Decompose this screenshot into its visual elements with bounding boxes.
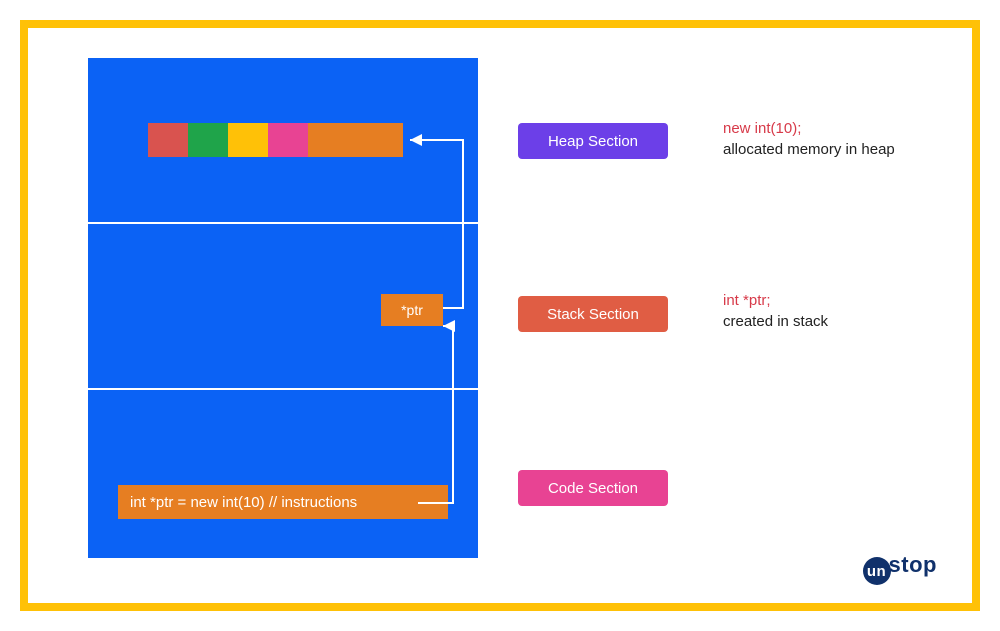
heap-block-green [188,123,228,157]
heap-annotation: new int(10); allocated memory in heap [723,118,895,160]
logo-circle: un [863,557,891,585]
unstop-logo: unstop [863,552,937,586]
heap-annotation-code: new int(10); [723,118,895,139]
stack-pointer-box: *ptr [381,294,443,326]
heap-section [88,58,478,224]
logo-text: stop [889,552,937,577]
stack-section: *ptr [88,224,478,390]
diagram-frame: *ptr int *ptr = new int(10) // instructi… [20,20,980,611]
stack-annotation-code: int *ptr; [723,290,828,311]
heap-block-red [148,123,188,157]
memory-column: *ptr int *ptr = new int(10) // instructi… [88,58,478,558]
stack-annotation: int *ptr; created in stack [723,290,828,332]
heap-allocated-blocks [148,123,403,157]
heap-block-orange [308,123,403,157]
code-label-pill: Code Section [518,470,668,506]
code-instruction-box: int *ptr = new int(10) // instructions [118,485,448,519]
heap-label-pill: Heap Section [518,123,668,159]
heap-block-yellow [228,123,268,157]
code-section: int *ptr = new int(10) // instructions [88,390,478,558]
heap-block-pink [268,123,308,157]
stack-label-pill: Stack Section [518,296,668,332]
stack-annotation-desc: created in stack [723,311,828,332]
heap-annotation-desc: allocated memory in heap [723,139,895,160]
